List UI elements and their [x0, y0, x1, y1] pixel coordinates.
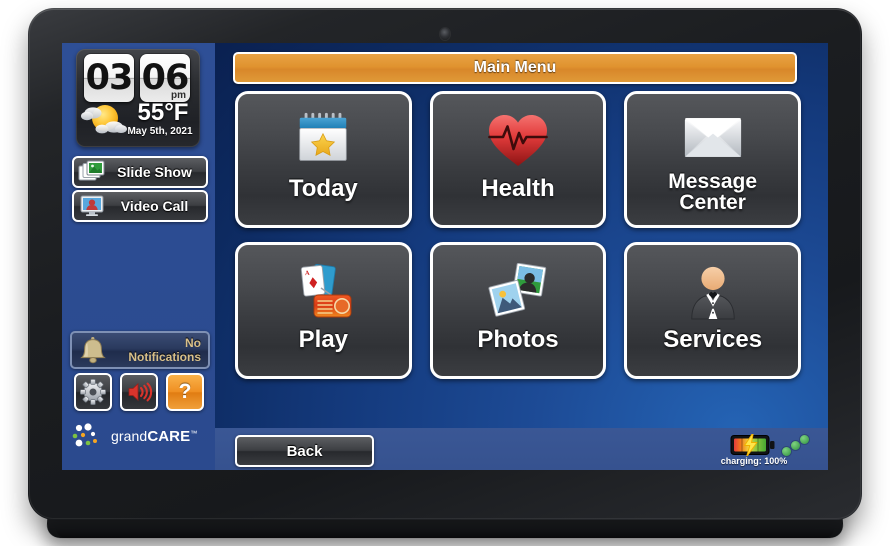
cards-radio-icon: A — [290, 256, 356, 328]
clock-weather-widget[interactable]: 03 06 pm 55°F May 5th, 2021 — [76, 49, 200, 147]
question-mark-icon: ? — [178, 380, 192, 403]
clock-minutes-card: 06 pm — [140, 54, 190, 102]
page-title: Main Menu — [233, 52, 797, 84]
speaker-icon — [128, 382, 153, 402]
page-title-text: Main Menu — [473, 59, 557, 76]
battery-charging-icon — [730, 431, 776, 458]
status-indicators: charging: 100% — [716, 431, 814, 468]
notifications-panel[interactable]: No Notifications — [70, 331, 210, 369]
menu-tile-label: Today — [288, 175, 358, 202]
logo-suffix: CARE — [147, 427, 191, 445]
concierge-person-icon — [685, 256, 741, 328]
temperature: 55°F — [137, 99, 189, 126]
notifications-label: No Notifications — [128, 336, 201, 364]
screenshot-stage: 03 06 pm 55°F May 5th, 2021 Slide Show V… — [0, 0, 890, 546]
sidebar-item-slide-show[interactable]: Slide Show — [72, 156, 208, 188]
logo-dots-icon — [72, 423, 97, 447]
gear-icon — [80, 379, 106, 405]
back-button[interactable]: Back — [235, 435, 374, 467]
volume-button[interactable] — [120, 373, 158, 411]
sidebar: 03 06 pm 55°F May 5th, 2021 Slide Show V… — [62, 43, 215, 470]
menu-tile-label: Photos — [477, 326, 559, 353]
menu-tile-label: Play — [298, 326, 349, 353]
menu-tile-label-line2: Center — [679, 191, 746, 215]
menu-tile-health[interactable]: Health — [429, 91, 607, 228]
menu-tile-message-center[interactable]: Message Center — [624, 91, 801, 228]
sidebar-item-label: Video Call — [120, 198, 189, 214]
bell-icon — [76, 335, 110, 365]
signal-dots-icon — [782, 434, 812, 458]
grandcare-logo: grandCARE™ — [72, 421, 208, 451]
settings-button[interactable] — [74, 373, 112, 411]
menu-tile-grid: Today Health Message Center A Play Photo… — [235, 91, 801, 379]
menu-tile-label: Message Center — [668, 171, 757, 214]
sidebar-item-video-call[interactable]: Video Call — [72, 190, 208, 222]
menu-tile-photos[interactable]: Photos — [429, 242, 607, 379]
photos-icon — [484, 256, 552, 328]
menu-tile-label: Services — [663, 326, 763, 353]
battery-status-text: charging: 100% — [720, 456, 788, 466]
video-call-icon — [77, 194, 107, 218]
menu-tile-today[interactable]: Today — [235, 91, 412, 228]
flip-clock: 03 06 pm — [84, 54, 190, 102]
menu-tile-label: Health — [481, 175, 555, 202]
back-button-label: Back — [286, 442, 323, 460]
current-date: May 5th, 2021 — [127, 126, 193, 137]
envelope-icon — [683, 105, 743, 169]
tablet-stand-lip — [56, 528, 834, 538]
main-content: Main Menu Today Health Message Center A … — [215, 43, 828, 428]
heart-pulse-icon — [486, 105, 550, 177]
logo-trademark: ™ — [190, 429, 198, 437]
photo-stack-icon — [77, 160, 107, 184]
menu-tile-label-line1: Message — [668, 170, 758, 193]
logo-text: grandCARE™ — [111, 428, 197, 445]
tablet-screen: 03 06 pm 55°F May 5th, 2021 Slide Show V… — [62, 43, 828, 470]
clock-hours: 03 — [85, 58, 134, 98]
bottom-bar: Back charging: 100% — [215, 428, 828, 470]
menu-tile-services[interactable]: Services — [624, 242, 801, 379]
menu-tile-play[interactable]: A Play — [235, 242, 412, 379]
clock-hours-card: 03 — [84, 54, 134, 102]
logo-prefix: grand — [111, 427, 148, 444]
system-button-row: ? — [74, 373, 204, 411]
front-camera-icon — [440, 28, 450, 40]
help-button[interactable]: ? — [166, 373, 204, 411]
sidebar-item-label: Slide Show — [117, 164, 192, 180]
calendar-star-icon — [292, 105, 354, 177]
